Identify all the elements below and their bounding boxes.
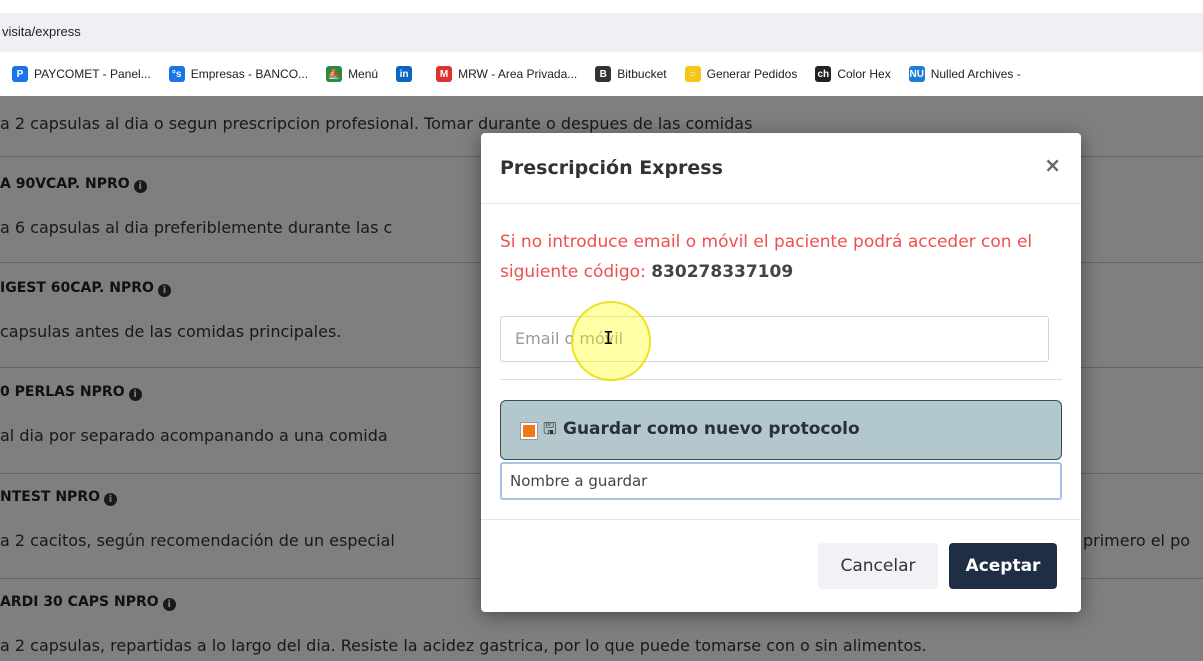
linkedin-icon: in	[396, 66, 413, 82]
generar-pedidos-icon: ○	[684, 66, 701, 82]
access-code: 830278337109	[651, 262, 794, 282]
bookmark-paycomet[interactable]: P PAYCOMET - Panel...	[12, 66, 151, 82]
browser-top-strip	[0, 0, 1203, 13]
bookmark-label: Nulled Archives -	[930, 67, 1021, 81]
bookmark-banco[interactable]: °s Empresas - BANCO...	[168, 66, 309, 82]
save-protocol-panel: 🖫 Guardar como nuevo protocolo	[500, 400, 1062, 460]
bookmark-menu-ship[interactable]: ⛵ Menú	[326, 66, 378, 82]
accept-button[interactable]: Aceptar	[949, 543, 1057, 589]
save-protocol-label: Guardar como nuevo protocolo	[563, 419, 860, 439]
nulled-icon: NU	[908, 66, 925, 82]
bookmarks-bar: P PAYCOMET - Panel... °s Empresas - BANCO..…	[0, 52, 1203, 96]
bookmark-colorhex[interactable]: ch Color Hex	[815, 66, 891, 82]
bookmark-label: MRW - Area Privada...	[458, 67, 578, 81]
bookmark-label: Empresas - BANCO...	[190, 67, 309, 81]
colorhex-icon: ch	[815, 66, 832, 82]
floppy-disk-icon: 🖫	[543, 419, 557, 438]
bookmark-generar-pedidos[interactable]: ○ Generar Pedidos	[684, 66, 798, 82]
bookmark-mrw[interactable]: M MRW - Area Privada...	[436, 66, 577, 82]
protocol-name-input[interactable]: Nombre a guardar	[500, 462, 1062, 500]
bookmark-label: PAYCOMET - Panel...	[34, 67, 151, 81]
bookmark-label: Bitbucket	[617, 67, 667, 81]
paycomet-icon: P	[12, 66, 28, 82]
mrw-icon: M	[436, 66, 453, 82]
warning-message: Si no introduce email o móvil el pacient…	[500, 227, 1060, 287]
bookmark-linkedin[interactable]: in	[396, 66, 418, 82]
bookmark-label: Color Hex	[837, 67, 891, 81]
address-text[interactable]: visita/express	[2, 24, 81, 39]
bookmark-label: Generar Pedidos	[706, 67, 798, 81]
cancel-button[interactable]: Cancelar	[818, 543, 938, 589]
text-cursor-icon: I	[603, 328, 614, 349]
prescription-modal: Prescripción Express × Si no introduce e…	[481, 133, 1081, 612]
bookmark-bitbucket[interactable]: B Bitbucket	[595, 66, 667, 82]
menu-ship-icon: ⛵	[326, 66, 343, 82]
modal-header: Prescripción Express ×	[481, 133, 1081, 204]
save-protocol-checkbox[interactable]	[520, 422, 538, 440]
footer-divider	[481, 519, 1081, 520]
modal-title: Prescripción Express	[500, 157, 723, 179]
divider	[500, 379, 1062, 380]
close-icon[interactable]: ×	[1044, 153, 1061, 177]
bitbucket-icon: B	[595, 66, 612, 82]
bookmark-label: Menú	[348, 67, 379, 81]
address-bar[interactable]: visita/express	[0, 13, 1203, 52]
banco-icon: °s	[168, 66, 185, 82]
bookmark-nulled[interactable]: NU Nulled Archives -	[908, 66, 1021, 82]
